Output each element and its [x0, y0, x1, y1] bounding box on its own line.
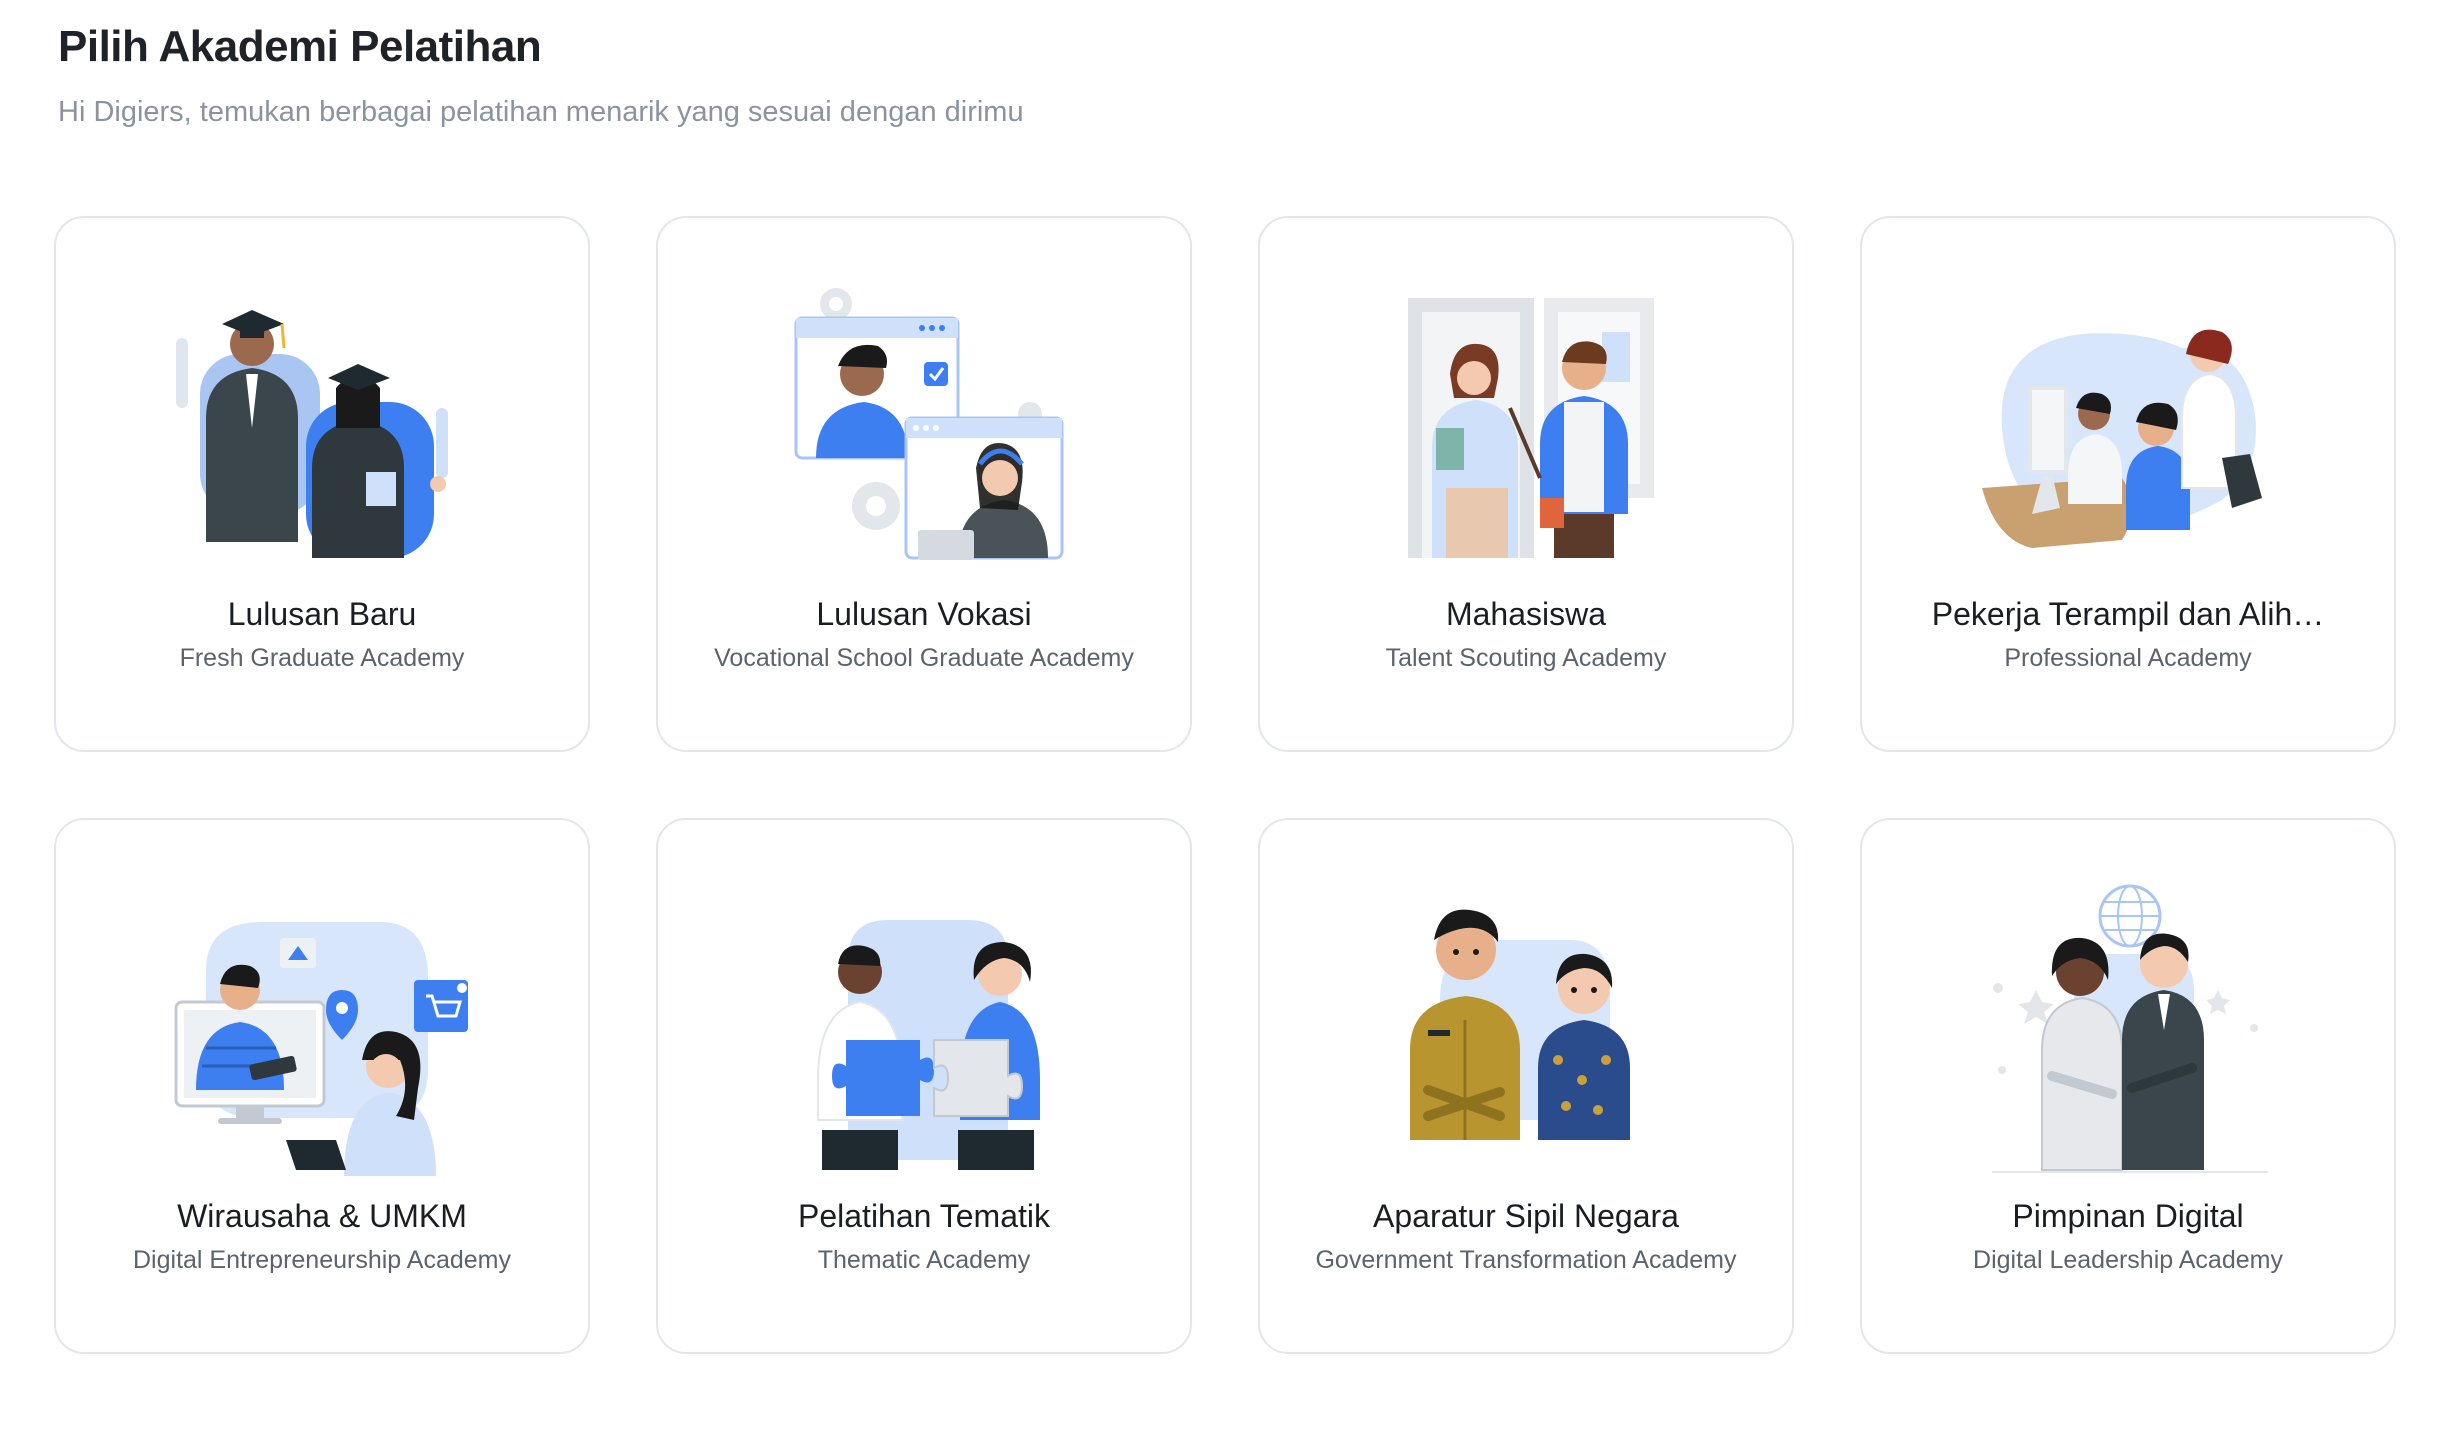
academy-title: Wirausaha & UMKM: [177, 1198, 467, 1234]
leaders-illustration: [1972, 880, 2288, 1176]
academy-subtitle: Thematic Academy: [817, 1246, 1031, 1274]
academy-subtitle: Fresh Graduate Academy: [179, 644, 465, 672]
academy-subtitle: Vocational School Graduate Academy: [714, 644, 1134, 672]
office-workers-illustration: [1972, 278, 2288, 574]
academy-title: Pelatihan Tematik: [798, 1198, 1050, 1234]
academy-title: Mahasiswa: [1445, 596, 1607, 632]
page-subtitle: Hi Digiers, temukan berbagai pelatihan m…: [58, 96, 1024, 128]
academy-card-pekerja-terampil[interactable]: Pekerja Terampil dan Alih… Professional …: [1860, 216, 2396, 752]
academy-card-mahasiswa[interactable]: Mahasiswa Talent Scouting Academy: [1258, 216, 1794, 752]
academy-subtitle: Talent Scouting Academy: [1385, 644, 1667, 672]
academy-card-aparatur-sipil-negara[interactable]: Aparatur Sipil Negara Government Transfo…: [1258, 818, 1794, 1354]
academy-card-lulusan-baru[interactable]: Lulusan Baru Fresh Graduate Academy: [54, 216, 590, 752]
academy-subtitle: Digital Leadership Academy: [1973, 1246, 2283, 1274]
academy-card-wirausaha-umkm[interactable]: Wirausaha & UMKM Digital Entrepreneurshi…: [54, 818, 590, 1354]
graduates-illustration: [166, 278, 482, 574]
puzzle-illustration: [768, 880, 1084, 1176]
video-call-illustration: [768, 278, 1084, 574]
academy-title: Lulusan Baru: [227, 596, 417, 632]
academy-title: Pekerja Terampil dan Alih…: [1931, 596, 2325, 632]
academy-card-pelatihan-tematik[interactable]: Pelatihan Tematik Thematic Academy: [656, 818, 1192, 1354]
academy-grid: Lulusan Baru Fresh Graduate Academy Lulu…: [54, 216, 2398, 1354]
academy-subtitle: Professional Academy: [2004, 644, 2252, 672]
online-shop-illustration: [166, 880, 482, 1176]
academy-title: Lulusan Vokasi: [816, 596, 1032, 632]
academy-title: Pimpinan Digital: [2012, 1198, 2244, 1234]
academy-subtitle: Government Transformation Academy: [1315, 1246, 1737, 1274]
academy-card-lulusan-vokasi[interactable]: Lulusan Vokasi Vocational School Graduat…: [656, 216, 1192, 752]
academy-card-pimpinan-digital[interactable]: Pimpinan Digital Digital Leadership Acad…: [1860, 818, 2396, 1354]
page-title: Pilih Akademi Pelatihan: [58, 22, 542, 71]
academy-title: Aparatur Sipil Negara: [1373, 1198, 1679, 1234]
academy-subtitle: Digital Entrepreneurship Academy: [133, 1246, 511, 1274]
students-illustration: [1370, 278, 1686, 574]
civil-servants-illustration: [1370, 880, 1686, 1176]
